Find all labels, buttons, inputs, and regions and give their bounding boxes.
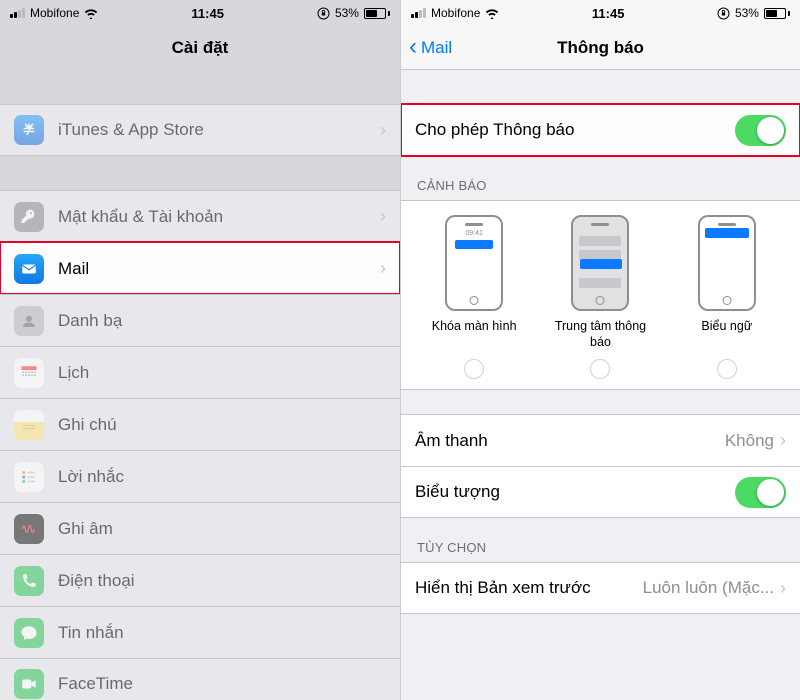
mail-icon <box>14 254 44 284</box>
banner-preview-icon <box>698 215 756 311</box>
voicememos-icon <box>14 514 44 544</box>
badges-row[interactable]: Biểu tượng <box>401 466 800 518</box>
battery-pct: 53% <box>335 6 359 20</box>
radio-unchecked-icon[interactable] <box>590 359 610 379</box>
signal-icon <box>411 8 426 18</box>
row-label: Lời nhắc <box>58 467 386 487</box>
wifi-icon <box>485 8 499 19</box>
row-label: Âm thanh <box>415 431 725 451</box>
radio-unchecked-icon[interactable] <box>717 359 737 379</box>
row-value: Luôn luôn (Mặc... <box>643 578 774 598</box>
chevron-right-icon: › <box>380 258 386 279</box>
facetime-icon <box>14 669 44 699</box>
status-bar: Mobifone 11:45 53% <box>0 0 400 26</box>
alert-label: Khóa màn hình <box>432 319 517 351</box>
settings-row-itunes[interactable]: iTunes & App Store › <box>0 104 400 156</box>
settings-row-notes[interactable]: Ghi chú <box>0 398 400 450</box>
settings-row-mail[interactable]: Mail › <box>0 242 400 294</box>
status-time: 11:45 <box>592 6 625 21</box>
settings-row-reminders[interactable]: Lời nhắc <box>0 450 400 502</box>
alert-option-banners[interactable]: Biểu ngữ <box>672 215 782 379</box>
reminders-icon <box>14 462 44 492</box>
page-title: Cài đặt <box>172 38 229 58</box>
phone-icon <box>14 566 44 596</box>
notes-icon <box>14 410 44 440</box>
key-icon <box>14 202 44 232</box>
sounds-row[interactable]: Âm thanh Không › <box>401 414 800 466</box>
row-label: iTunes & App Store <box>58 120 380 140</box>
chevron-right-icon: › <box>780 578 786 599</box>
status-time: 11:45 <box>191 6 224 21</box>
row-label: FaceTime <box>58 674 386 694</box>
alert-label: Trung tâm thông báo <box>545 319 655 351</box>
row-label: Danh bạ <box>58 311 386 331</box>
row-label: Ghi chú <box>58 415 386 435</box>
alert-option-lockscreen[interactable]: 09:41 Khóa màn hình <box>419 215 529 379</box>
row-label: Biểu tượng <box>415 482 735 502</box>
settings-row-passwords[interactable]: Mật khẩu & Tài khoản › <box>0 190 400 242</box>
contacts-icon <box>14 306 44 336</box>
row-label: Mail <box>58 259 380 279</box>
nav-bar: Cài đặt <box>0 26 400 70</box>
settings-row-messages[interactable]: Tin nhắn <box>0 606 400 658</box>
row-label: Lịch <box>58 363 386 383</box>
battery-icon <box>764 8 790 19</box>
alert-label: Biểu ngữ <box>701 319 752 351</box>
allow-notifications-toggle[interactable] <box>735 115 786 146</box>
settings-row-phone[interactable]: Điện thoại <box>0 554 400 606</box>
calendar-icon <box>14 358 44 388</box>
settings-row-facetime[interactable]: FaceTime <box>0 658 400 700</box>
lockscreen-preview-icon: 09:41 <box>445 215 503 311</box>
rotation-lock-icon <box>717 7 730 20</box>
signal-icon <box>10 8 25 18</box>
appstore-icon <box>14 115 44 145</box>
notification-center-preview-icon <box>571 215 629 311</box>
messages-icon <box>14 618 44 648</box>
row-label: Ghi âm <box>58 519 386 539</box>
page-title: Thông báo <box>557 38 644 58</box>
notifications-screen: Mobifone 11:45 53% ‹ Mail Thông báo Cho … <box>400 0 800 700</box>
settings-row-voicememos[interactable]: Ghi âm <box>0 502 400 554</box>
row-label: Mật khẩu & Tài khoản <box>58 207 380 227</box>
allow-notifications-row[interactable]: Cho phép Thông báo <box>401 104 800 156</box>
row-label: Hiển thị Bản xem trước <box>415 578 643 598</box>
options-section-header: TÙY CHỌN <box>401 518 800 562</box>
badges-toggle[interactable] <box>735 477 786 508</box>
radio-unchecked-icon[interactable] <box>464 359 484 379</box>
row-label: Cho phép Thông báo <box>415 120 735 140</box>
alert-option-notification-center[interactable]: Trung tâm thông báo <box>545 215 655 379</box>
carrier-label: Mobifone <box>431 6 480 20</box>
battery-icon <box>364 8 390 19</box>
rotation-lock-icon <box>317 7 330 20</box>
status-bar: Mobifone 11:45 53% <box>401 0 800 26</box>
alerts-section-header: CẢNH BÁO <box>401 156 800 200</box>
settings-screen: Mobifone 11:45 53% Cài đặt iTunes & App … <box>0 0 400 700</box>
carrier-label: Mobifone <box>30 6 79 20</box>
settings-row-calendar[interactable]: Lịch <box>0 346 400 398</box>
chevron-right-icon: › <box>780 430 786 451</box>
battery-pct: 53% <box>735 6 759 20</box>
wifi-icon <box>84 8 98 19</box>
nav-bar: ‹ Mail Thông báo <box>401 26 800 70</box>
back-label: Mail <box>421 38 452 58</box>
settings-row-contacts[interactable]: Danh bạ <box>0 294 400 346</box>
chevron-right-icon: › <box>380 120 386 141</box>
alert-styles-group: 09:41 Khóa màn hình Trung tâm thông báo <box>401 200 800 390</box>
row-label: Tin nhắn <box>58 623 386 643</box>
row-label: Điện thoại <box>58 571 386 591</box>
show-previews-row[interactable]: Hiển thị Bản xem trước Luôn luôn (Mặc...… <box>401 562 800 614</box>
back-button[interactable]: ‹ Mail <box>409 26 452 69</box>
chevron-right-icon: › <box>380 206 386 227</box>
chevron-left-icon: ‹ <box>409 35 417 59</box>
row-value: Không <box>725 431 774 451</box>
